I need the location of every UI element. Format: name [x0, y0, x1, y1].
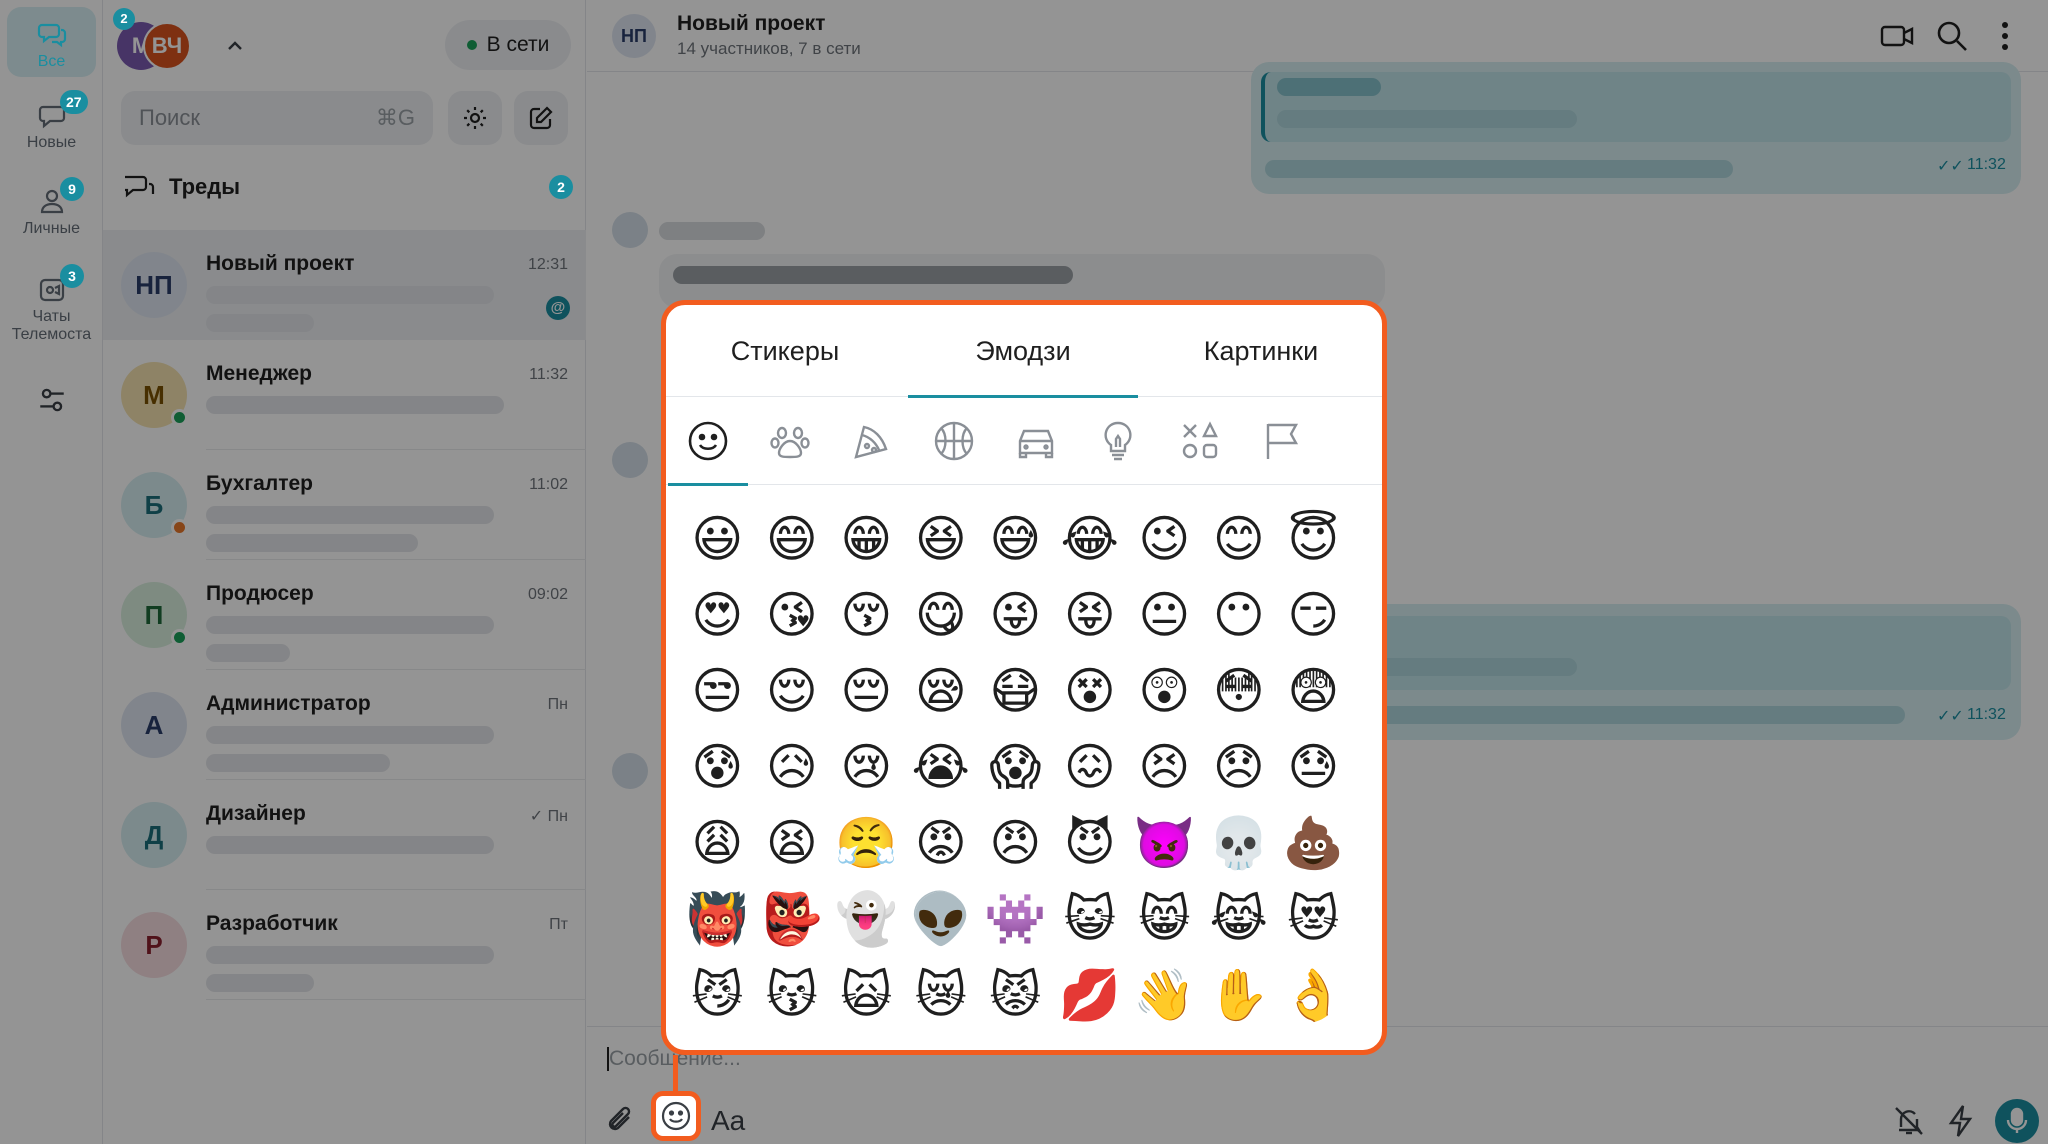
category-travel[interactable]	[996, 407, 1076, 475]
emoji-item[interactable]: 👽	[904, 881, 979, 957]
emoji-item[interactable]: 😔	[829, 653, 904, 729]
emoji-item[interactable]: 😅	[978, 501, 1053, 577]
objects-icon	[1104, 421, 1132, 461]
emoji-item[interactable]: 😳	[1202, 653, 1277, 729]
emoji-item[interactable]: 😜	[978, 577, 1053, 653]
rail-badge-personal: 9	[60, 177, 84, 201]
category-symbols[interactable]	[1160, 407, 1240, 475]
emoji-item[interactable]: 😌	[755, 653, 830, 729]
emoji-item[interactable]: ✋	[1202, 957, 1277, 1033]
emoji-item[interactable]: 😼	[680, 957, 755, 1033]
emoji-item[interactable]: 😇	[1276, 501, 1351, 577]
emoji-item[interactable]: 😆	[904, 501, 979, 577]
rail-badge-telemost: 3	[60, 264, 84, 288]
chats-icon	[37, 23, 66, 48]
emoji-item[interactable]: 😻	[1276, 881, 1351, 957]
rail-label-telemost: Чаты Телемоста	[11, 308, 92, 343]
emoji-item[interactable]: 😸	[1127, 881, 1202, 957]
symbols-icon	[1182, 421, 1218, 459]
emoji-item[interactable]: 👋	[1127, 957, 1202, 1033]
emoji-categories	[666, 397, 1382, 486]
emoji-item[interactable]: 😶	[1202, 577, 1277, 653]
emoji-item[interactable]: 💩	[1276, 805, 1351, 881]
emoji-item[interactable]: 😘	[755, 577, 830, 653]
emoji-item[interactable]: 👿	[1127, 805, 1202, 881]
emoji-item[interactable]: 😵	[1053, 653, 1128, 729]
emoji-item[interactable]: 😥	[755, 729, 830, 805]
emoji-item[interactable]: 😣	[1127, 729, 1202, 805]
emoji-item[interactable]: 😤	[829, 805, 904, 881]
emoji-item[interactable]: 😐	[1127, 577, 1202, 653]
category-flags[interactable]	[1242, 407, 1322, 475]
emoji-item[interactable]: 💀	[1202, 805, 1277, 881]
highlight-connector	[673, 1055, 678, 1091]
emoji-item[interactable]: 😨	[1276, 653, 1351, 729]
category-animals[interactable]	[750, 407, 830, 475]
food-icon	[854, 425, 888, 459]
category-sports[interactable]	[914, 407, 994, 475]
emoji-item[interactable]: 👻	[829, 881, 904, 957]
emoji-item[interactable]: 💋	[1053, 957, 1128, 1033]
emoji-item[interactable]: 😲	[1127, 653, 1202, 729]
emoji-item[interactable]: 😫	[755, 805, 830, 881]
threads-badge: 2	[549, 175, 573, 199]
emoji-item[interactable]: 👹	[680, 881, 755, 957]
category-objects[interactable]	[1078, 407, 1158, 475]
tab-stickers[interactable]: Стикеры	[666, 305, 904, 397]
emoji-item[interactable]: 😒	[680, 653, 755, 729]
emoji-item[interactable]: 😷	[978, 653, 1053, 729]
emoji-item[interactable]: 👺	[755, 881, 830, 957]
smiley-icon	[661, 1101, 691, 1131]
emoji-item[interactable]: 😏	[1276, 577, 1351, 653]
category-smileys[interactable]	[668, 407, 748, 486]
emoji-item[interactable]: 😊	[1202, 501, 1277, 577]
picker-tabs: Стикеры Эмодзи Картинки	[666, 305, 1382, 398]
emoji-grid: 😃 😄 😁 😆 😅 😂 😉 😊 😇 😍 😘 😚 😋 😜 😝 😐 😶 😏 😒 😌 😔 😪 😷 😵 😲 😳 😨 😰 😥 😢 😭 😱 😖 😣 😞 😓 😩 😫 😤 😡…	[680, 501, 1360, 1033]
category-food[interactable]	[832, 407, 912, 475]
emoji-item[interactable]: 😋	[904, 577, 979, 653]
emoji-item[interactable]: 👌	[1276, 957, 1351, 1033]
emoji-item[interactable]: 👾	[978, 881, 1053, 957]
emoji-item[interactable]: 😃	[680, 501, 755, 577]
emoji-item[interactable]: 😹	[1202, 881, 1277, 957]
tab-emoji[interactable]: Эмодзи	[904, 305, 1142, 398]
sports-icon	[934, 421, 974, 461]
emoji-item[interactable]: 😠	[978, 805, 1053, 881]
emoji-item[interactable]: 😿	[904, 957, 979, 1033]
emoji-item[interactable]: 😽	[755, 957, 830, 1033]
emoji-item[interactable]: 😓	[1276, 729, 1351, 805]
emoji-item[interactable]: 😰	[680, 729, 755, 805]
emoji-button[interactable]	[651, 1091, 701, 1141]
emoji-item[interactable]: 😂	[1053, 501, 1128, 577]
emoji-item[interactable]: 😍	[680, 577, 755, 653]
emoji-item[interactable]: 😭	[904, 729, 979, 805]
rail-label-personal: Личные	[22, 220, 80, 237]
emoji-item[interactable]: 😝	[1053, 577, 1128, 653]
emoji-item[interactable]: 😖	[1053, 729, 1128, 805]
emoji-picker: Стикеры Эмодзи Картинки 😃 😄 😁 😆 😅 😂 😉 😊 …	[661, 300, 1387, 1055]
rail-label-new: Новые	[26, 134, 77, 151]
emoji-item[interactable]: 😁	[829, 501, 904, 577]
rail-label-all: Все	[37, 53, 66, 70]
rail-badge-new: 27	[60, 90, 88, 114]
emoji-item[interactable]: 😄	[755, 501, 830, 577]
emoji-item[interactable]: 😾	[978, 957, 1053, 1033]
emoji-item[interactable]: 😡	[904, 805, 979, 881]
emoji-item[interactable]: 😩	[680, 805, 755, 881]
animals-icon	[770, 426, 810, 459]
emoji-item[interactable]: 😚	[829, 577, 904, 653]
emoji-item[interactable]: 😺	[1053, 881, 1128, 957]
flags-icon	[1266, 423, 1299, 459]
tab-pictures[interactable]: Картинки	[1142, 305, 1380, 397]
travel-icon	[1018, 429, 1054, 459]
emoji-item[interactable]: 😢	[829, 729, 904, 805]
emoji-item[interactable]: 😱	[978, 729, 1053, 805]
account-badge: 2	[113, 8, 135, 30]
emoji-item[interactable]: 😈	[1053, 805, 1128, 881]
emoji-item[interactable]: 😪	[904, 653, 979, 729]
emoji-item[interactable]: 🙀	[829, 957, 904, 1033]
emoji-item[interactable]: 😞	[1202, 729, 1277, 805]
emoji-item[interactable]: 😉	[1127, 501, 1202, 577]
smileys-icon	[688, 421, 728, 461]
